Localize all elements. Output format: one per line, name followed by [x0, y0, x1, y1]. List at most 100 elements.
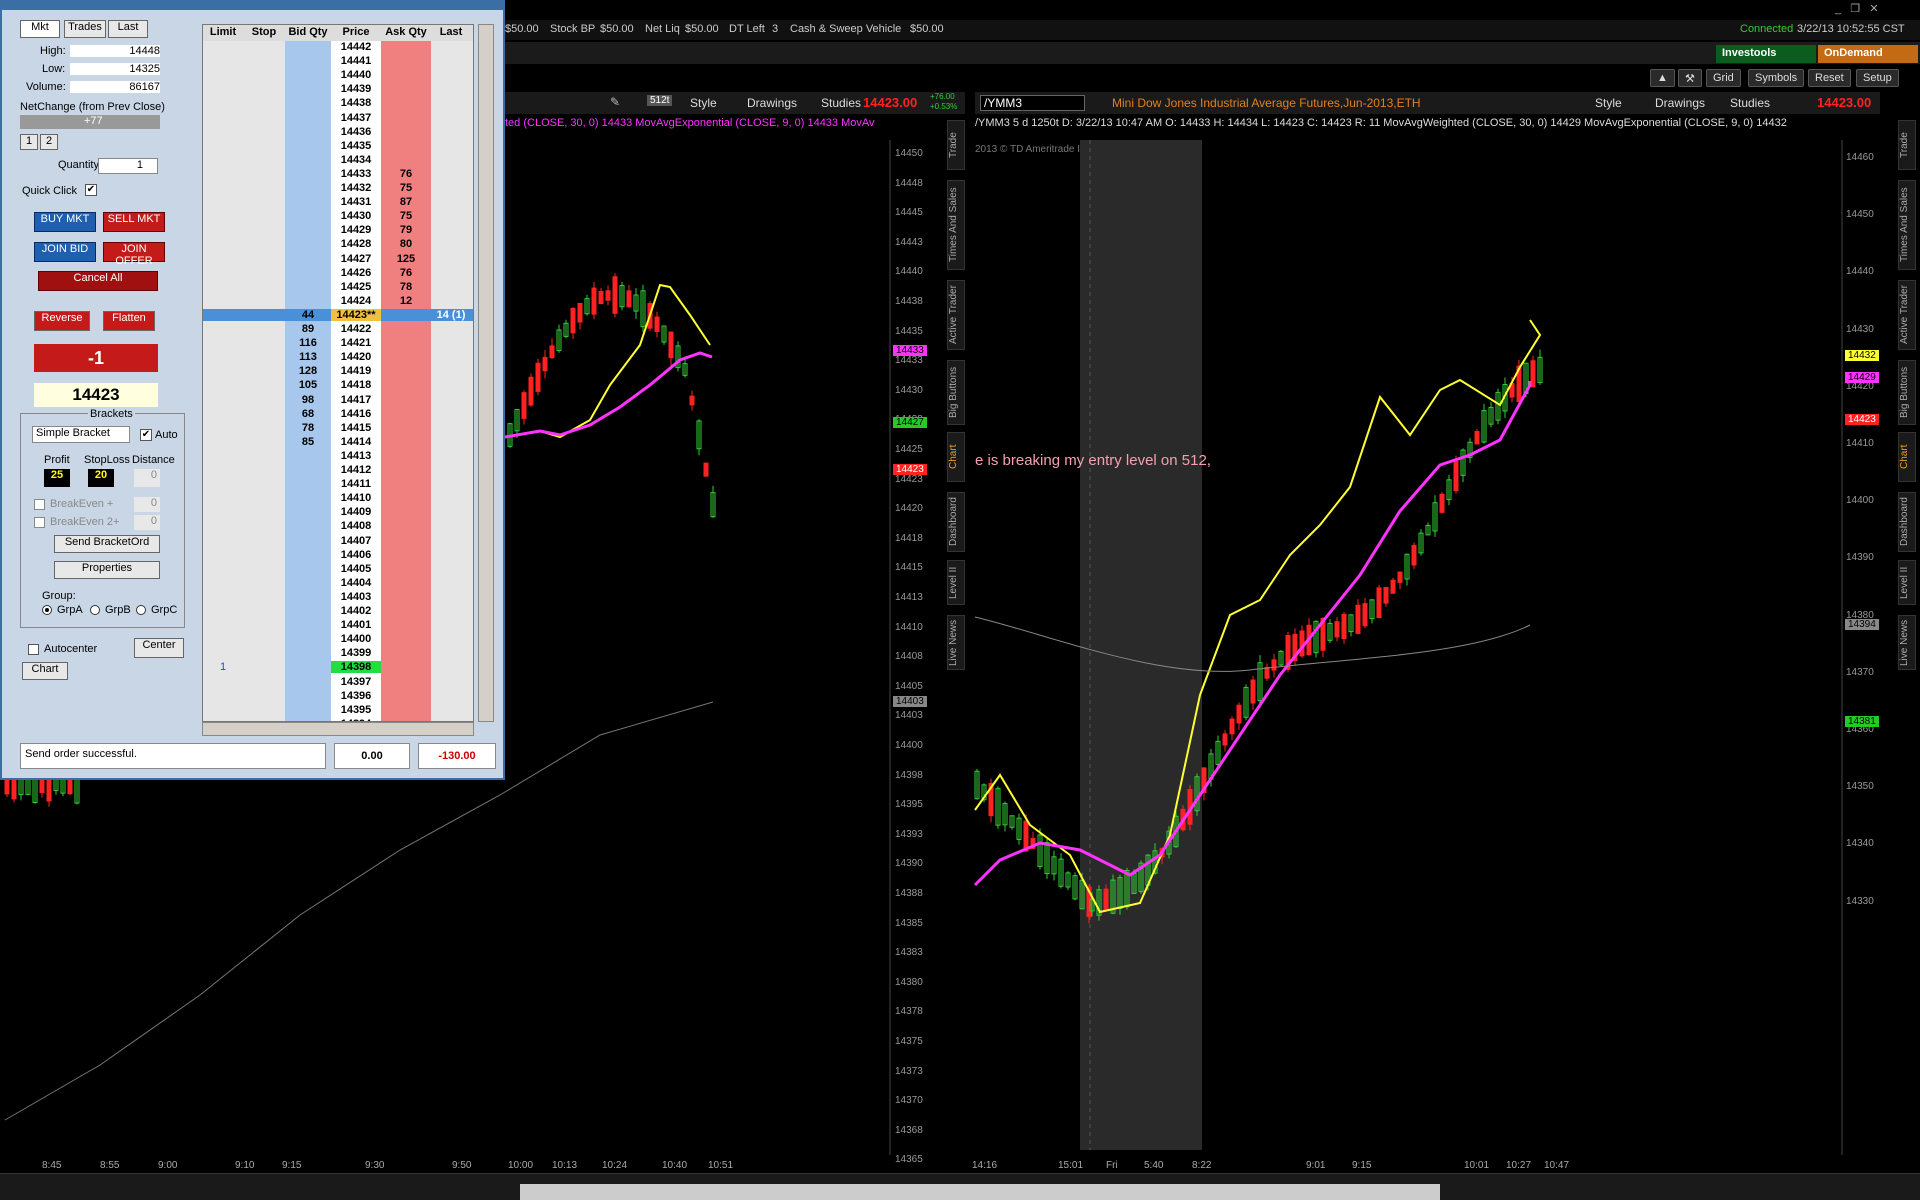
dom-row[interactable]: 14406 — [203, 549, 473, 562]
dom-row[interactable]: 14438 — [203, 97, 473, 110]
dom-row[interactable]: 98 14417 — [203, 394, 473, 407]
flatten-button[interactable]: Flatten — [103, 311, 155, 331]
side-tab[interactable]: Big Buttons — [1898, 360, 1916, 425]
properties-button[interactable]: Properties — [54, 561, 160, 579]
page-2-button[interactable]: 2 — [40, 134, 58, 150]
join-bid-button[interactable]: JOIN BID — [34, 242, 96, 262]
dom-row[interactable]: 128 14419 — [203, 365, 473, 378]
dom-row[interactable]: 14396 — [203, 690, 473, 703]
dom-row[interactable]: 14440 — [203, 69, 473, 82]
dom-row[interactable]: 14402 — [203, 605, 473, 618]
minimized-window[interactable] — [520, 1184, 1440, 1200]
dom-row[interactable]: 14436 — [203, 126, 473, 139]
quickclick-checkbox[interactable]: ✔ — [85, 184, 97, 196]
dom-row[interactable]: 14429 79 — [203, 224, 473, 237]
dom-row[interactable]: 14435 — [203, 140, 473, 153]
page-1-button[interactable]: 1 — [20, 134, 38, 150]
grpB-radio[interactable] — [90, 605, 100, 615]
dom-row[interactable]: 14439 — [203, 83, 473, 96]
side-tab[interactable]: Times And Sales — [947, 180, 965, 270]
dom-row[interactable]: 14413 — [203, 450, 473, 463]
side-tab[interactable]: Active Trader — [1898, 280, 1916, 350]
dom-row[interactable]: 14409 — [203, 506, 473, 519]
dom-row[interactable]: 14433 76 — [203, 168, 473, 181]
left-style-button[interactable]: Style — [690, 96, 717, 110]
dom-row[interactable]: 14407 — [203, 535, 473, 548]
side-tab[interactable]: Trade — [1898, 120, 1916, 170]
ondemand-button[interactable]: OnDemand — [1818, 45, 1918, 63]
alert-icon[interactable]: ▲ — [1650, 69, 1675, 87]
chart-button[interactable]: Chart — [22, 662, 68, 680]
side-tab[interactable]: Big Buttons — [947, 360, 965, 425]
investools-button[interactable]: Investools — [1716, 45, 1816, 63]
left-studies-button[interactable]: Studies — [821, 96, 861, 110]
grid-button[interactable]: Grid — [1706, 69, 1741, 87]
side-tab[interactable]: Dashboard — [947, 492, 965, 552]
wrench-icon[interactable]: ⚒ — [1678, 69, 1702, 87]
buy-mkt-button[interactable]: BUY MKT — [34, 212, 96, 232]
side-tab[interactable]: Active Trader — [947, 280, 965, 350]
dom-row[interactable]: 14412 — [203, 464, 473, 477]
left-drawings-button[interactable]: Drawings — [747, 96, 797, 110]
dom-row[interactable]: 85 14414 — [203, 436, 473, 449]
window-controls[interactable]: _ ❐ ✕ — [1835, 2, 1920, 16]
side-tab[interactable]: Chart — [947, 432, 965, 482]
center-button[interactable]: Center — [134, 638, 184, 658]
reverse-button[interactable]: Reverse — [34, 311, 90, 331]
send-bracket-button[interactable]: Send BracketOrd — [54, 535, 160, 553]
dom-row[interactable]: 14432 75 — [203, 182, 473, 195]
dom-row[interactable]: 44 14423** 14 (1) — [203, 308, 473, 322]
dom-vertical-scrollbar[interactable] — [478, 24, 494, 722]
dom-row[interactable]: 14441 — [203, 55, 473, 68]
side-tab[interactable]: Live News — [1898, 615, 1916, 670]
dom-row[interactable]: 68 14416 — [203, 408, 473, 421]
breakeven2-input[interactable]: 0 — [134, 515, 160, 530]
interval-badge[interactable]: 512t — [647, 95, 673, 106]
breakeven1-input[interactable]: 0 — [134, 497, 160, 512]
side-tab[interactable]: Chart — [1898, 432, 1916, 482]
dom-row[interactable]: 14434 — [203, 154, 473, 167]
dom-row[interactable]: 78 14415 — [203, 422, 473, 435]
dom-row[interactable]: 14442 — [203, 41, 473, 54]
dom-row[interactable]: 14430 75 — [203, 210, 473, 223]
reset-button[interactable]: Reset — [1808, 69, 1851, 87]
tab-last[interactable]: Last — [108, 20, 148, 38]
dom-row[interactable]: 14404 — [203, 577, 473, 590]
setup-button[interactable]: Setup — [1856, 69, 1899, 87]
side-tab[interactable]: Dashboard — [1898, 492, 1916, 552]
profit-input[interactable]: 25 — [44, 469, 70, 487]
side-tab[interactable]: Level II — [1898, 560, 1916, 605]
dom-row[interactable]: 14397 — [203, 676, 473, 689]
stoploss-input[interactable]: 20 — [88, 469, 114, 487]
distance-input[interactable]: 0 — [134, 469, 160, 487]
quantity-input[interactable]: 1 — [98, 158, 158, 174]
grpA-radio[interactable] — [42, 605, 52, 615]
join-offer-button[interactable]: JOIN OFFER — [103, 242, 165, 267]
dom-row[interactable]: 105 14418 — [203, 379, 473, 392]
dom-row[interactable]: 116 14421 — [203, 337, 473, 350]
dom-row[interactable]: 14424 12 — [203, 295, 473, 308]
dom-row[interactable]: 14426 76 — [203, 267, 473, 280]
symbols-button[interactable]: Symbols — [1748, 69, 1805, 87]
side-tab[interactable]: Live News — [947, 615, 965, 670]
dom-row[interactable]: 14395 — [203, 704, 473, 717]
dom-row[interactable]: 14399 — [203, 647, 473, 660]
breakeven1-checkbox[interactable] — [34, 499, 45, 510]
dom-row[interactable]: 113 14420 — [203, 351, 473, 364]
right-drawings-button[interactable]: Drawings — [1655, 96, 1705, 110]
side-tab[interactable]: Trade — [947, 120, 965, 170]
dom-row[interactable]: 14401 — [203, 619, 473, 632]
sell-mkt-button[interactable]: SELL MKT — [103, 212, 165, 232]
grpC-radio[interactable] — [136, 605, 146, 615]
tab-mkt[interactable]: Mkt — [20, 20, 60, 38]
dom-row[interactable]: 14431 87 — [203, 196, 473, 209]
window-titlebar[interactable] — [2, 2, 503, 10]
symbol-input[interactable]: /YMM3 — [980, 95, 1085, 111]
dom-row[interactable]: 14405 — [203, 563, 473, 576]
dom-row[interactable]: 14411 — [203, 478, 473, 491]
dom-row[interactable]: 14437 — [203, 112, 473, 125]
side-tab[interactable]: Level II — [947, 560, 965, 605]
dom-row[interactable]: 14403 — [203, 591, 473, 604]
dom-row[interactable]: 14408 — [203, 520, 473, 533]
dom-row[interactable]: 89 14422 — [203, 323, 473, 336]
